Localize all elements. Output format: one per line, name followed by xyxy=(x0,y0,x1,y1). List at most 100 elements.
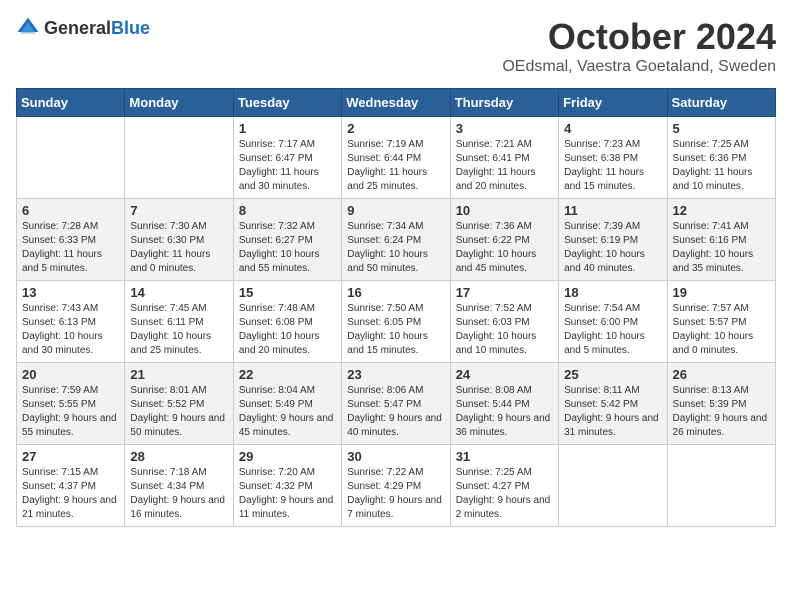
calendar-cell xyxy=(667,445,775,527)
calendar-cell: 31 Sunrise: 7:25 AM Sunset: 4:27 PM Dayli… xyxy=(450,445,558,527)
calendar-cell: 16Sunrise: 7:50 AM Sunset: 6:05 PM Dayli… xyxy=(342,281,450,363)
calendar-cell: 23 Sunrise: 8:06 AM Sunset: 5:47 PM Dayli… xyxy=(342,363,450,445)
logo-icon xyxy=(16,16,40,40)
calendar-cell: 18Sunrise: 7:54 AM Sunset: 6:00 PM Dayli… xyxy=(559,281,667,363)
calendar-cell: 7 Sunrise: 7:30 AM Sunset: 6:30 PM Daylig… xyxy=(125,199,233,281)
day-number: 26 xyxy=(673,367,770,382)
day-detail: Sunrise: 7:21 AM Sunset: 6:41 PM Dayligh… xyxy=(456,138,553,194)
calendar-cell: 26 Sunrise: 8:13 AM Sunset: 5:39 PM Dayli… xyxy=(667,363,775,445)
calendar-cell: 19 Sunrise: 7:57 AM Sunset: 5:57 PM Dayli… xyxy=(667,281,775,363)
day-detail: Sunrise: 7:52 AM Sunset: 6:03 PM Dayligh… xyxy=(456,302,553,358)
day-detail: Sunrise: 7:18 AM Sunset: 4:34 PM Dayligh… xyxy=(130,466,227,522)
day-detail: Sunrise: 8:08 AM Sunset: 5:44 PM Dayligh… xyxy=(456,384,553,440)
day-number: 10 xyxy=(456,203,553,218)
day-number: 4 xyxy=(564,121,661,136)
calendar-cell: 14Sunrise: 7:45 AM Sunset: 6:11 PM Dayli… xyxy=(125,281,233,363)
day-number: 5 xyxy=(673,121,770,136)
day-detail: Sunrise: 8:06 AM Sunset: 5:47 PM Dayligh… xyxy=(347,384,444,440)
calendar-cell: 13 Sunrise: 7:43 AM Sunset: 6:13 PM Dayli… xyxy=(17,281,125,363)
month-title: October 2024 xyxy=(502,16,776,58)
calendar-cell: 15 Sunrise: 7:48 AM Sunset: 6:08 PM Dayli… xyxy=(233,281,341,363)
day-number: 27 xyxy=(22,449,119,464)
day-detail: Sunrise: 7:34 AM Sunset: 6:24 PM Dayligh… xyxy=(347,220,444,276)
calendar-cell xyxy=(17,117,125,199)
day-number: 13 xyxy=(22,285,119,300)
weekday-header: Friday xyxy=(559,89,667,117)
day-number: 31 xyxy=(456,449,553,464)
day-number: 6 xyxy=(22,203,119,218)
day-detail: Sunrise: 7:57 AM Sunset: 5:57 PM Dayligh… xyxy=(673,302,770,358)
day-number: 12 xyxy=(673,203,770,218)
day-number: 1 xyxy=(239,121,336,136)
day-detail: Sunrise: 7:59 AM Sunset: 5:55 PM Dayligh… xyxy=(22,384,119,440)
day-detail: Sunrise: 7:23 AM Sunset: 6:38 PM Dayligh… xyxy=(564,138,661,194)
weekday-header: Wednesday xyxy=(342,89,450,117)
calendar-cell: 22 Sunrise: 8:04 AM Sunset: 5:49 PM Dayli… xyxy=(233,363,341,445)
day-number: 24 xyxy=(456,367,553,382)
day-detail: Sunrise: 7:22 AM Sunset: 4:29 PM Dayligh… xyxy=(347,466,444,522)
calendar-cell: 12 Sunrise: 7:41 AM Sunset: 6:16 PM Dayli… xyxy=(667,199,775,281)
calendar-cell: 27 Sunrise: 7:15 AM Sunset: 4:37 PM Dayli… xyxy=(17,445,125,527)
day-detail: Sunrise: 7:54 AM Sunset: 6:00 PM Dayligh… xyxy=(564,302,661,358)
day-detail: Sunrise: 7:45 AM Sunset: 6:11 PM Dayligh… xyxy=(130,302,227,358)
day-detail: Sunrise: 7:25 AM Sunset: 4:27 PM Dayligh… xyxy=(456,466,553,522)
calendar-cell: 17 Sunrise: 7:52 AM Sunset: 6:03 PM Dayli… xyxy=(450,281,558,363)
weekday-header: Saturday xyxy=(667,89,775,117)
day-detail: Sunrise: 7:25 AM Sunset: 6:36 PM Dayligh… xyxy=(673,138,770,194)
day-detail: Sunrise: 7:30 AM Sunset: 6:30 PM Dayligh… xyxy=(130,220,227,276)
calendar-cell: 9 Sunrise: 7:34 AM Sunset: 6:24 PM Daylig… xyxy=(342,199,450,281)
day-detail: Sunrise: 7:17 AM Sunset: 6:47 PM Dayligh… xyxy=(239,138,336,194)
day-number: 25 xyxy=(564,367,661,382)
day-number: 30 xyxy=(347,449,444,464)
day-number: 2 xyxy=(347,121,444,136)
day-detail: Sunrise: 7:41 AM Sunset: 6:16 PM Dayligh… xyxy=(673,220,770,276)
calendar-cell: 2 Sunrise: 7:19 AM Sunset: 6:44 PM Daylig… xyxy=(342,117,450,199)
logo-text: GeneralBlue xyxy=(44,18,150,39)
day-number: 20 xyxy=(22,367,119,382)
title-block: October 2024 OEdsmal, Vaestra Goetaland,… xyxy=(502,16,776,76)
weekday-header: Sunday xyxy=(17,89,125,117)
day-number: 22 xyxy=(239,367,336,382)
location-title: OEdsmal, Vaestra Goetaland, Sweden xyxy=(502,58,776,76)
calendar-cell: 20 Sunrise: 7:59 AM Sunset: 5:55 PM Dayli… xyxy=(17,363,125,445)
day-detail: Sunrise: 8:04 AM Sunset: 5:49 PM Dayligh… xyxy=(239,384,336,440)
calendar-week-row: 13 Sunrise: 7:43 AM Sunset: 6:13 PM Dayli… xyxy=(17,281,776,363)
day-number: 16 xyxy=(347,285,444,300)
day-detail: Sunrise: 7:43 AM Sunset: 6:13 PM Dayligh… xyxy=(22,302,119,358)
day-number: 11 xyxy=(564,203,661,218)
day-number: 19 xyxy=(673,285,770,300)
day-number: 29 xyxy=(239,449,336,464)
day-number: 21 xyxy=(130,367,227,382)
page-header: GeneralBlue October 2024 OEdsmal, Vaestr… xyxy=(16,16,776,76)
day-number: 8 xyxy=(239,203,336,218)
calendar-cell xyxy=(125,117,233,199)
day-number: 23 xyxy=(347,367,444,382)
day-detail: Sunrise: 7:19 AM Sunset: 6:44 PM Dayligh… xyxy=(347,138,444,194)
day-number: 28 xyxy=(130,449,227,464)
calendar-cell: 8Sunrise: 7:32 AM Sunset: 6:27 PM Daylig… xyxy=(233,199,341,281)
day-number: 17 xyxy=(456,285,553,300)
day-detail: Sunrise: 7:48 AM Sunset: 6:08 PM Dayligh… xyxy=(239,302,336,358)
calendar-cell: 25 Sunrise: 8:11 AM Sunset: 5:42 PM Dayli… xyxy=(559,363,667,445)
calendar-cell: 21Sunrise: 8:01 AM Sunset: 5:52 PM Dayli… xyxy=(125,363,233,445)
day-detail: Sunrise: 8:11 AM Sunset: 5:42 PM Dayligh… xyxy=(564,384,661,440)
calendar-cell: 24 Sunrise: 8:08 AM Sunset: 5:44 PM Dayli… xyxy=(450,363,558,445)
calendar-week-row: 20 Sunrise: 7:59 AM Sunset: 5:55 PM Dayli… xyxy=(17,363,776,445)
weekday-header: Tuesday xyxy=(233,89,341,117)
weekday-header-row: SundayMondayTuesdayWednesdayThursdayFrid… xyxy=(17,89,776,117)
day-number: 9 xyxy=(347,203,444,218)
calendar-cell: 3Sunrise: 7:21 AM Sunset: 6:41 PM Daylig… xyxy=(450,117,558,199)
calendar-cell: 1 Sunrise: 7:17 AM Sunset: 6:47 PM Daylig… xyxy=(233,117,341,199)
calendar-cell: 4 Sunrise: 7:23 AM Sunset: 6:38 PM Daylig… xyxy=(559,117,667,199)
day-number: 15 xyxy=(239,285,336,300)
day-detail: Sunrise: 7:39 AM Sunset: 6:19 PM Dayligh… xyxy=(564,220,661,276)
calendar-cell: 10Sunrise: 7:36 AM Sunset: 6:22 PM Dayli… xyxy=(450,199,558,281)
day-detail: Sunrise: 7:15 AM Sunset: 4:37 PM Dayligh… xyxy=(22,466,119,522)
day-detail: Sunrise: 8:13 AM Sunset: 5:39 PM Dayligh… xyxy=(673,384,770,440)
calendar-cell xyxy=(559,445,667,527)
logo: GeneralBlue xyxy=(16,16,150,40)
day-number: 7 xyxy=(130,203,227,218)
calendar-cell: 29Sunrise: 7:20 AM Sunset: 4:32 PM Dayli… xyxy=(233,445,341,527)
calendar-cell: 11 Sunrise: 7:39 AM Sunset: 6:19 PM Dayli… xyxy=(559,199,667,281)
weekday-header: Monday xyxy=(125,89,233,117)
